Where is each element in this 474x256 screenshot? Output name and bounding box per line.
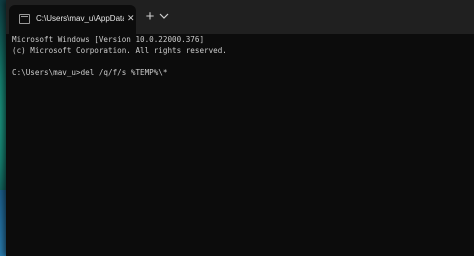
plus-icon[interactable]: + bbox=[143, 9, 157, 24]
terminal-window: C:\Users\mav_u\AppData\Roam ✕ + Microsof… bbox=[6, 0, 474, 256]
chevron-down-icon[interactable] bbox=[157, 9, 171, 23]
tab-command-prompt[interactable]: C:\Users\mav_u\AppData\Roam ✕ bbox=[9, 5, 136, 34]
tab-title: C:\Users\mav_u\AppData\Roam bbox=[36, 14, 124, 23]
console-line-version: Microsoft Windows [Version 10.0.22000.37… bbox=[12, 35, 205, 44]
command-prompt-icon bbox=[19, 14, 30, 24]
console-line-command[interactable]: C:\Users\mav_u>del /q/f/s %TEMP%\* bbox=[12, 67, 167, 78]
console-line-copyright: (c) Microsoft Corporation. All rights re… bbox=[12, 46, 227, 55]
close-icon[interactable]: ✕ bbox=[127, 13, 135, 24]
console-output[interactable]: Microsoft Windows [Version 10.0.22000.37… bbox=[6, 34, 474, 256]
title-bar[interactable]: C:\Users\mav_u\AppData\Roam ✕ + bbox=[6, 0, 474, 34]
command-prompt-text: C:\Users\mav_u>del /q/f/s %TEMP%\* bbox=[12, 68, 168, 77]
